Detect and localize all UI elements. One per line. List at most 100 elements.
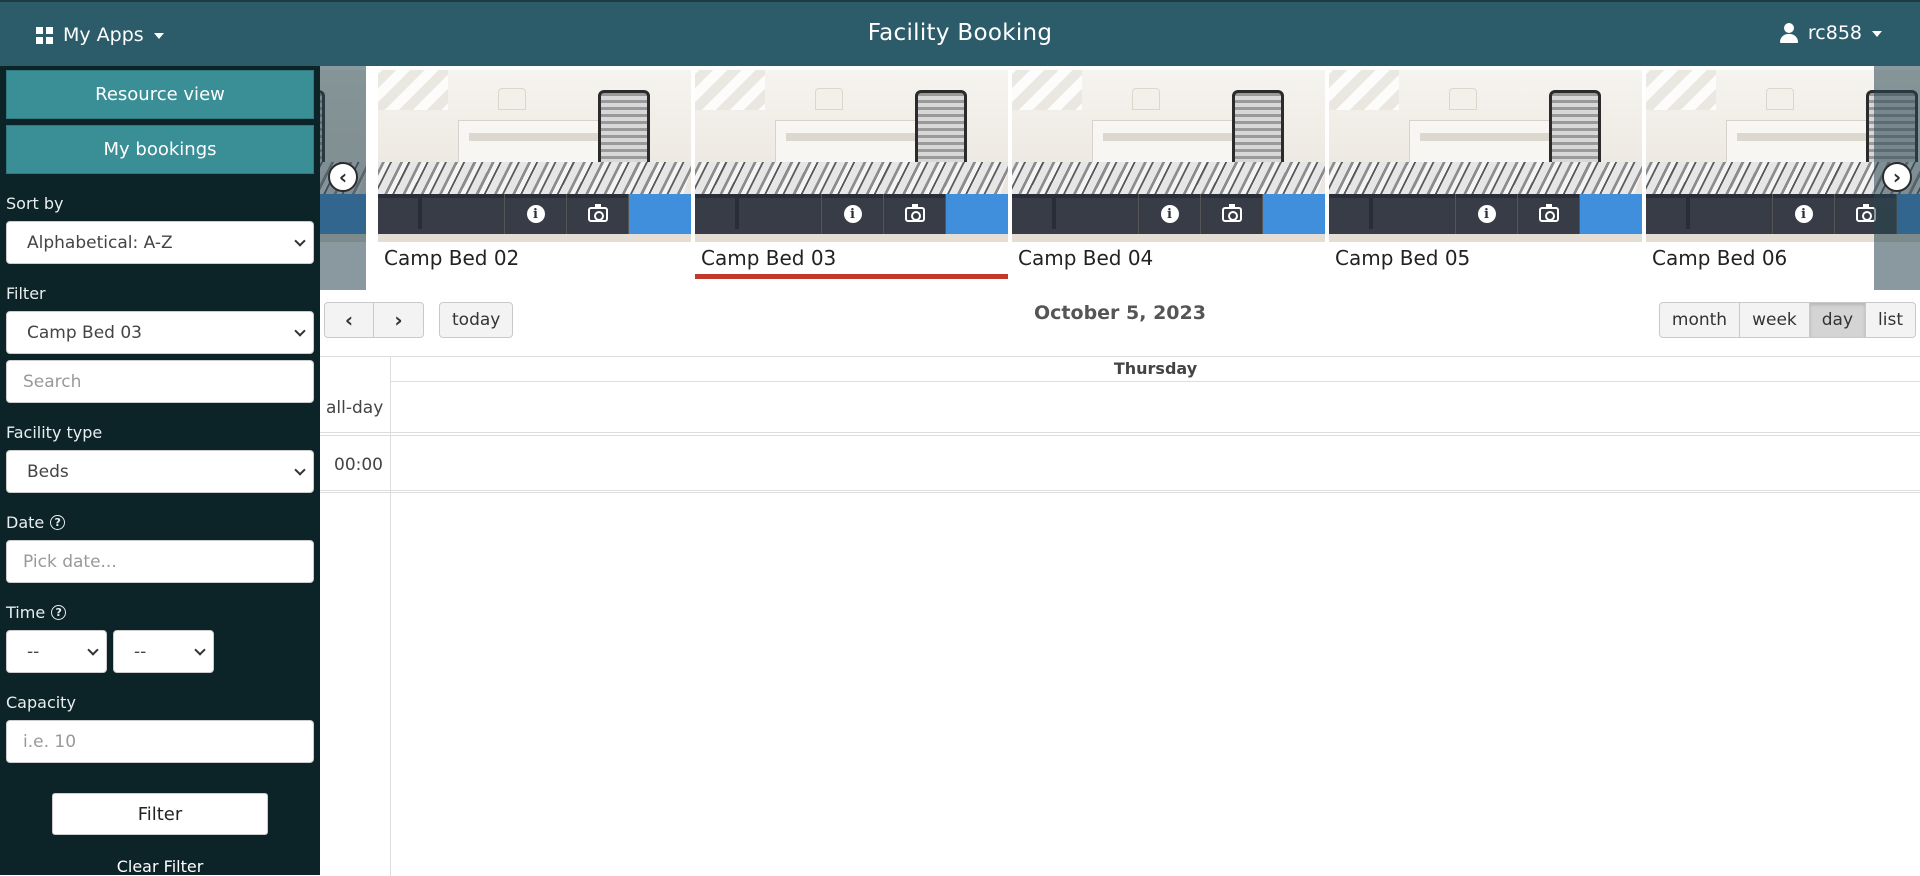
photo-button[interactable]: [1201, 194, 1263, 234]
card-action-bar: i: [1012, 194, 1325, 234]
facility-type-value: Beds: [27, 461, 69, 482]
book-button[interactable]: [946, 194, 1008, 234]
time-label: Time ?: [6, 603, 314, 622]
facility-card[interactable]: i Camp Bed 03: [695, 70, 1008, 290]
camera-icon: [1538, 203, 1559, 222]
facility-name[interactable]: Camp Bed 03: [701, 246, 836, 270]
facility-card[interactable]: i Camp Bed 02: [378, 70, 691, 290]
date-placeholder: Pick date...: [23, 551, 117, 572]
search-placeholder: Search: [23, 371, 82, 392]
sidebar: Resource view My bookings Sort by Alphab…: [0, 66, 320, 876]
filter-select[interactable]: Camp Bed 03: [6, 311, 314, 354]
user-name: rc858: [1807, 22, 1862, 44]
day-grid: Thursday all-day 00:00: [320, 356, 1920, 876]
help-icon[interactable]: ?: [50, 515, 66, 530]
time-label-text: Time: [6, 603, 46, 622]
facility-name[interactable]: Camp Bed 04: [1018, 246, 1153, 270]
sort-by-value: Alphabetical: A-Z: [27, 232, 173, 253]
date-label: Date ?: [6, 513, 314, 532]
info-icon: i: [1477, 205, 1496, 223]
carousel-prev-button[interactable]: ‹: [320, 66, 366, 290]
sort-by-label: Sort by: [6, 194, 314, 213]
facility-card[interactable]: i Camp Bed 04: [1012, 70, 1325, 290]
time-slot-label: 00:00: [334, 455, 383, 475]
date-input[interactable]: Pick date...: [6, 540, 314, 583]
resource-view-button[interactable]: Resource view: [6, 70, 314, 119]
calendar: ‹ › today October 5, 2023 month week day li…: [320, 290, 1920, 876]
photo-button[interactable]: [884, 194, 946, 234]
chevron-down-icon: [294, 325, 306, 337]
facility-name[interactable]: Camp Bed 05: [1335, 246, 1470, 270]
camera-icon: [904, 203, 925, 222]
info-button[interactable]: i: [1139, 194, 1201, 234]
app-title: Facility Booking: [867, 20, 1053, 46]
facility-name[interactable]: Camp Bed 06: [1652, 246, 1787, 270]
selected-indicator: [695, 274, 1008, 279]
photo-button[interactable]: [567, 194, 629, 234]
info-button[interactable]: i: [1773, 194, 1835, 234]
card-action-bar: i: [378, 194, 691, 234]
axis-divider: [390, 357, 391, 876]
help-icon[interactable]: ?: [51, 605, 67, 620]
camera-icon: [587, 203, 608, 222]
time-hour-select[interactable]: --: [6, 630, 107, 673]
chevron-down-icon: [294, 464, 306, 476]
info-icon: i: [526, 205, 545, 223]
filter-value: Camp Bed 03: [27, 322, 142, 343]
filter-label: Filter: [6, 284, 314, 303]
camera-icon: [1221, 203, 1242, 222]
info-button[interactable]: i: [1456, 194, 1518, 234]
view-month-button[interactable]: month: [1658, 302, 1741, 338]
time-slot-row[interactable]: 00:00: [320, 441, 1920, 493]
time-minute-value: --: [134, 641, 147, 662]
date-label-text: Date: [6, 513, 45, 532]
card-action-bar: i: [695, 194, 1008, 234]
carousel-next-button[interactable]: ›: [1874, 66, 1920, 290]
facility-name[interactable]: Camp Bed 02: [384, 246, 519, 270]
view-day-button[interactable]: day: [1809, 302, 1867, 338]
info-button[interactable]: i: [505, 194, 567, 234]
facility-carousel: i Camp Bed 02 i Camp Bed 03 i Camp Bed 04 i Cam…: [320, 66, 1920, 290]
info-icon: i: [843, 205, 862, 223]
capacity-placeholder: i.e. 10: [23, 731, 77, 752]
time-hour-value: --: [27, 641, 40, 662]
user-menu[interactable]: rc858: [1779, 22, 1882, 44]
facility-card[interactable]: i Camp Bed 05: [1329, 70, 1642, 290]
info-button[interactable]: i: [822, 194, 884, 234]
photo-button[interactable]: [1518, 194, 1580, 234]
capacity-input[interactable]: i.e. 10: [6, 720, 314, 763]
caret-down-icon: [1872, 31, 1882, 37]
view-list-button[interactable]: list: [1866, 302, 1916, 338]
view-week-button[interactable]: week: [1740, 302, 1810, 338]
facility-type-label: Facility type: [6, 423, 314, 442]
facility-photo: i: [695, 70, 1008, 242]
allday-label: all-day: [326, 398, 384, 418]
time-selects: -- --: [6, 630, 314, 673]
book-button[interactable]: [1263, 194, 1325, 234]
book-button[interactable]: [1580, 194, 1642, 234]
book-button[interactable]: [629, 194, 691, 234]
facility-type-label-text: Facility type: [6, 423, 103, 442]
facility-type-select[interactable]: Beds: [6, 450, 314, 493]
info-icon: i: [1794, 205, 1813, 223]
user-icon: [1779, 23, 1798, 43]
clear-filter-link[interactable]: Clear Filter: [6, 857, 314, 876]
search-input[interactable]: Search: [6, 360, 314, 403]
top-bar: My Apps Facility Booking rc858: [0, 0, 1920, 66]
card-action-bar: i: [1329, 194, 1642, 234]
filter-label-text: Filter: [6, 284, 46, 303]
view-switcher: month week day list: [1658, 302, 1916, 338]
chevron-down-icon: [194, 644, 206, 656]
info-icon: i: [1160, 205, 1179, 223]
camera-icon: [1855, 203, 1876, 222]
chevron-left-icon: ‹: [328, 162, 358, 192]
allday-row[interactable]: all-day: [320, 382, 1920, 436]
time-minute-select[interactable]: --: [113, 630, 214, 673]
chevron-down-icon: [87, 644, 99, 656]
filter-button[interactable]: Filter: [52, 793, 268, 835]
chevron-down-icon: [294, 235, 306, 247]
sort-by-label-text: Sort by: [6, 194, 64, 213]
facility-photo: i: [378, 70, 691, 242]
sort-by-select[interactable]: Alphabetical: A-Z: [6, 221, 314, 264]
my-bookings-button[interactable]: My bookings: [6, 125, 314, 174]
